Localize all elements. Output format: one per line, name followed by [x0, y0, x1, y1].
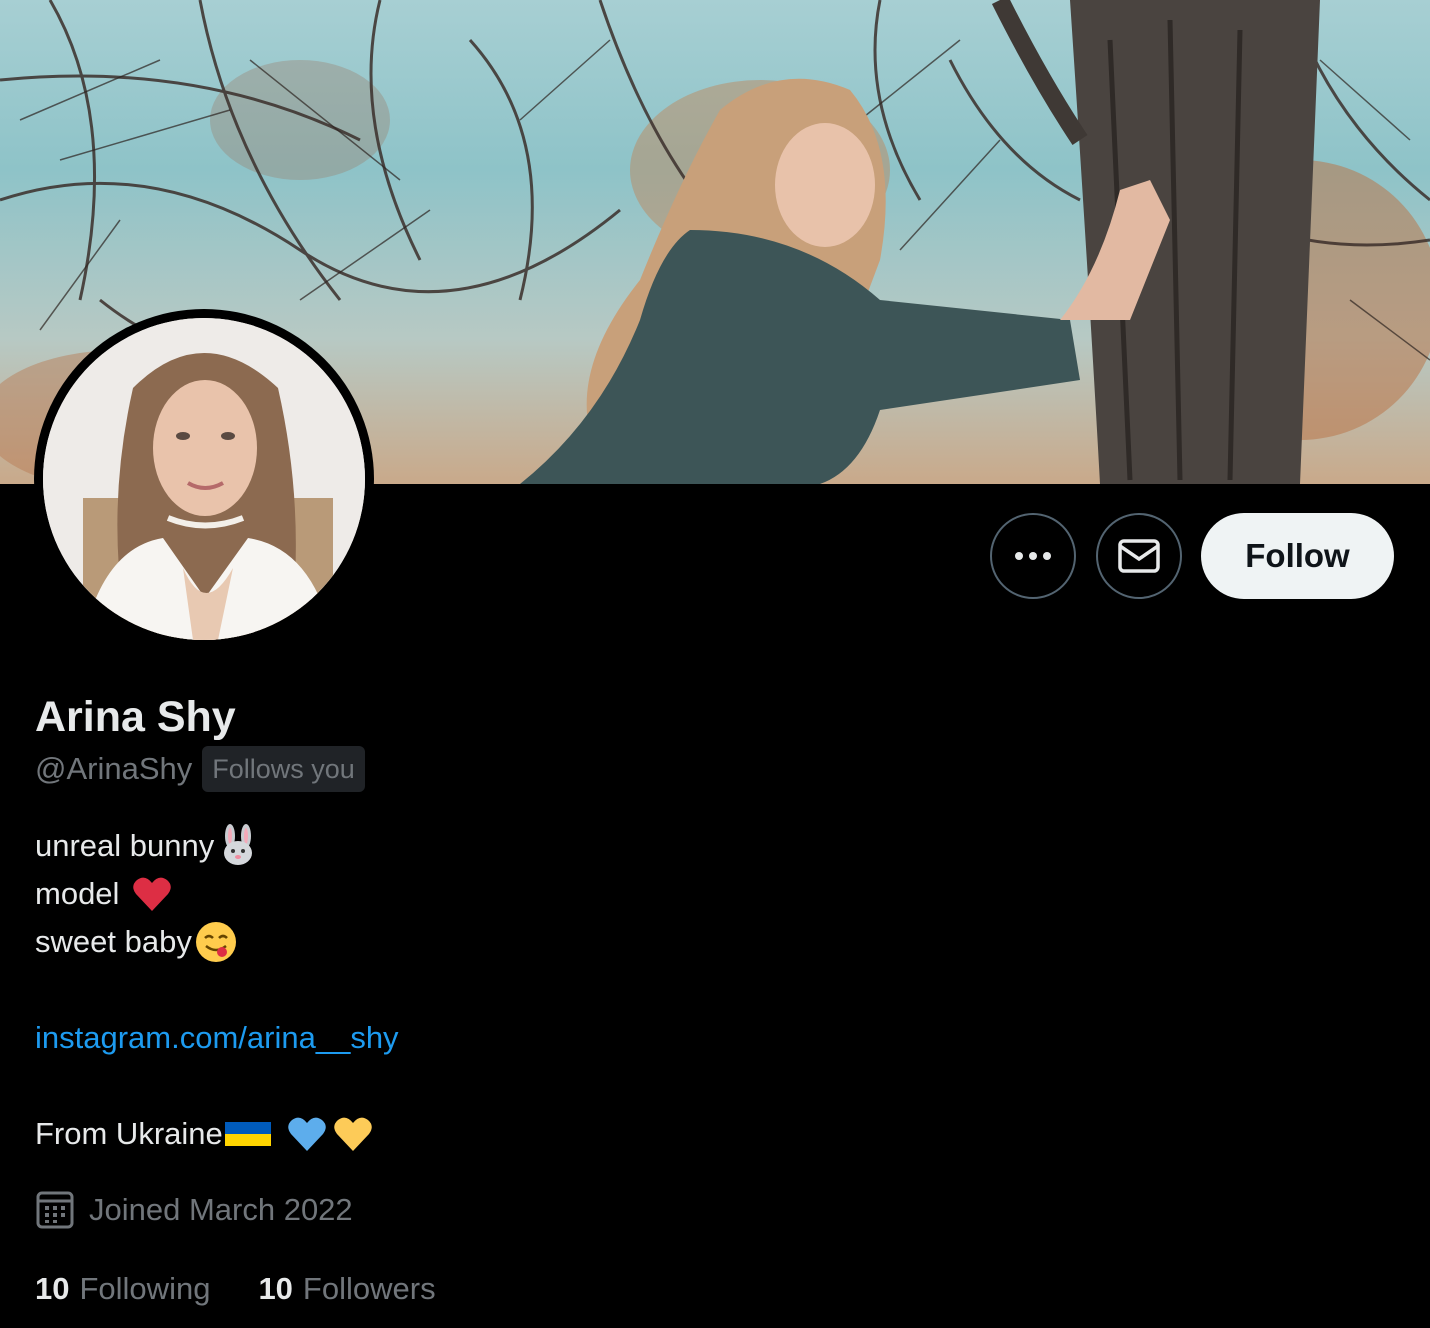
bio-text: unreal bunny	[35, 828, 215, 863]
followers-label: Followers	[302, 1271, 436, 1306]
avatar-image	[43, 318, 365, 640]
handle-row: @ArinaShy Follows you	[35, 745, 365, 793]
message-button[interactable]	[1096, 513, 1182, 599]
more-horizontal-icon	[1015, 552, 1051, 560]
yellow-heart-icon	[333, 1117, 372, 1151]
instagram-link[interactable]: instagram.com/arina__shy	[35, 1014, 399, 1062]
following-link[interactable]: 10 Following	[35, 1265, 210, 1313]
bio-line: sweet baby	[35, 918, 399, 966]
envelope-icon	[1118, 539, 1160, 573]
bio-line: instagram.com/arina__shy	[35, 1014, 399, 1062]
bio-line: unreal bunny	[35, 822, 399, 870]
profile-bio: unreal bunny model sweet baby instagram.…	[35, 822, 399, 1158]
followers-link[interactable]: 10 Followers	[258, 1265, 435, 1313]
rabbit-face-icon	[224, 824, 253, 865]
profile-handle: @ArinaShy	[35, 751, 193, 786]
bio-text: From Ukraine	[35, 1116, 223, 1151]
bio-text: sweet baby	[35, 924, 192, 959]
joined-date-row: Joined March 2022	[35, 1186, 353, 1234]
bio-line: From Ukraine	[35, 1110, 399, 1158]
bio-spacer	[35, 1062, 399, 1110]
following-label: Following	[79, 1271, 211, 1306]
bio-spacer	[35, 966, 399, 1014]
follow-stats: 10 Following 10 Followers	[35, 1265, 484, 1313]
profile-name: Arina Shy	[35, 693, 236, 741]
blue-heart-icon	[287, 1117, 326, 1151]
more-options-button[interactable]	[990, 513, 1076, 599]
face-savoring-food-icon	[195, 922, 236, 962]
avatar-photo	[43, 318, 365, 640]
bio-line: model	[35, 870, 399, 918]
bio-text: model	[35, 876, 129, 911]
joined-date: Joined March 2022	[89, 1192, 353, 1227]
follow-button[interactable]: Follow	[1201, 513, 1394, 599]
calendar-icon	[36, 1191, 74, 1229]
flag-ukraine-icon	[224, 1122, 271, 1146]
followers-count: 10	[258, 1271, 293, 1306]
red-heart-icon	[133, 877, 171, 911]
profile-page: Follow Arina Shy @ArinaShy Follows you u…	[0, 0, 1430, 1328]
follows-you-badge: Follows you	[202, 746, 365, 792]
profile-avatar[interactable]	[34, 309, 374, 649]
following-count: 10	[35, 1271, 70, 1306]
